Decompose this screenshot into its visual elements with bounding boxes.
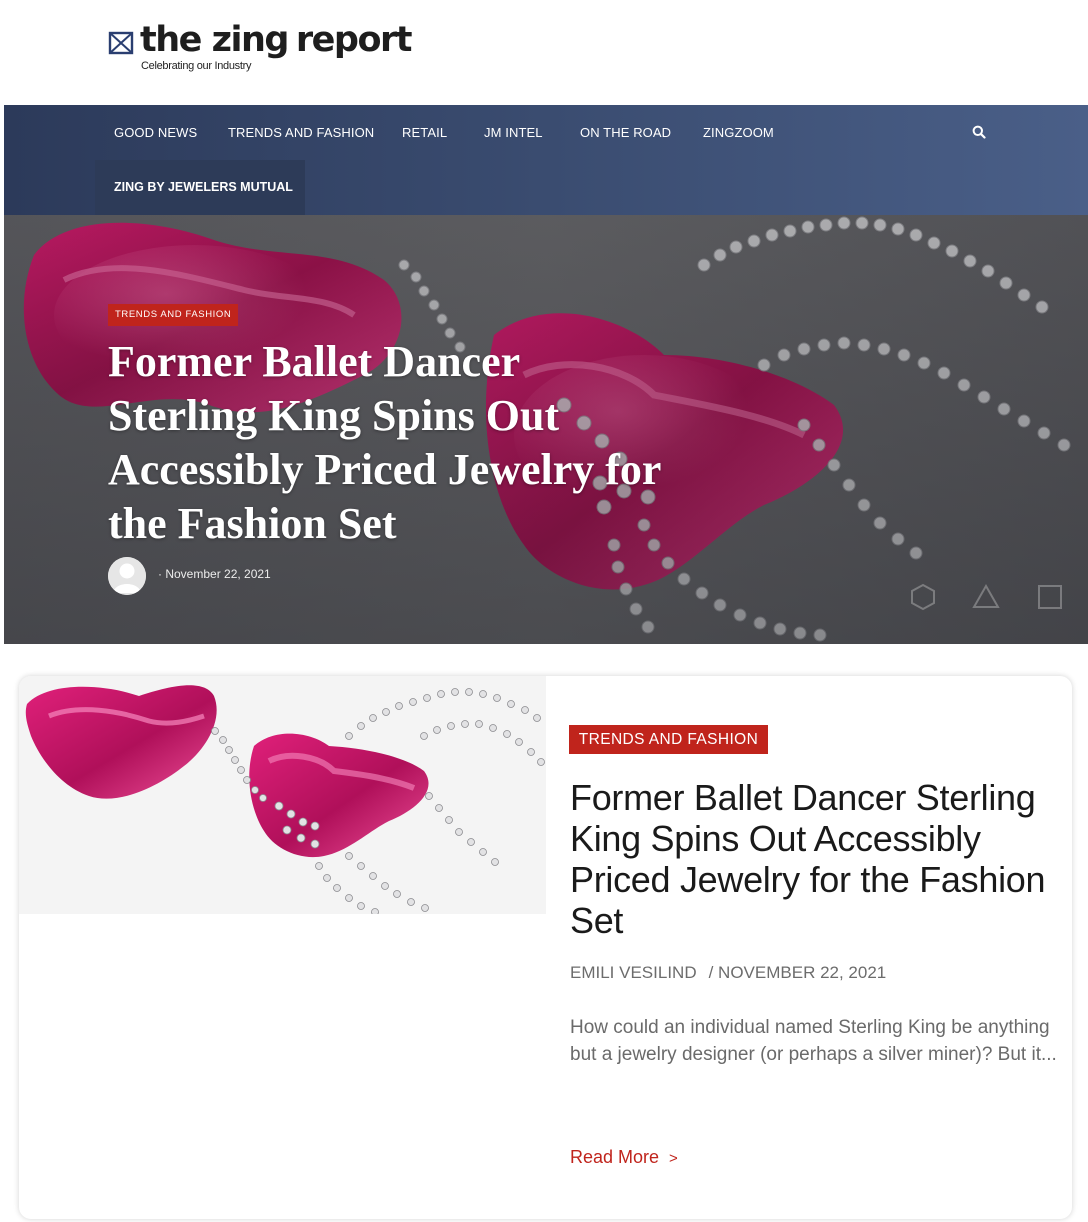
nav-item-good-news[interactable]: GOOD NEWS xyxy=(114,125,197,140)
nav-item-trends-and-fashion[interactable]: TRENDS AND FASHION xyxy=(228,125,374,140)
decorative-hexagon-icon xyxy=(911,583,935,611)
logo-envelope-icon xyxy=(108,31,134,55)
card-author[interactable]: EMILI VESILIND xyxy=(570,963,697,982)
article-thumbnail-image[interactable] xyxy=(19,676,546,914)
hero-date: · November 22, 2021 xyxy=(158,567,271,581)
chevron-right-icon: > xyxy=(669,1150,678,1167)
card-meta: EMILI VESILIND / NOVEMBER 22, 2021 xyxy=(570,963,886,983)
card-category-badge[interactable]: TRENDS AND FASHION xyxy=(569,725,768,754)
card-date: / NOVEMBER 22, 2021 xyxy=(708,963,887,982)
main-navigation: GOOD NEWS TRENDS AND FASHION RETAIL JM I… xyxy=(4,105,1088,215)
nav-item-label: ZING BY JEWELERS MUTUAL xyxy=(114,180,293,194)
hero-title[interactable]: Former Ballet Dancer Sterling King Spins… xyxy=(108,335,668,551)
card-title[interactable]: Former Ballet Dancer Sterling King Spins… xyxy=(570,777,1060,941)
hero-banner[interactable]: GOOD NEWS TRENDS AND FASHION RETAIL JM I… xyxy=(4,105,1088,644)
logo-tagline: Celebrating our Industry xyxy=(141,60,252,72)
nav-item-retail[interactable]: RETAIL xyxy=(402,125,447,140)
read-more-label: Read More xyxy=(570,1147,660,1167)
hero-category-badge[interactable]: TRENDS AND FASHION xyxy=(108,304,239,326)
nav-item-zingzoom[interactable]: ZINGZOOM xyxy=(703,125,774,140)
nav-item-on-the-road[interactable]: ON THE ROAD xyxy=(580,125,671,140)
article-card: TRENDS AND FASHION Former Ballet Dancer … xyxy=(19,676,1072,1219)
search-icon[interactable] xyxy=(972,125,986,139)
nav-item-zing-by-jewelers-mutual[interactable]: ZING BY JEWELERS MUTUAL xyxy=(95,160,305,215)
decorative-square-icon xyxy=(1038,585,1062,609)
read-more-link[interactable]: Read More > xyxy=(570,1147,678,1168)
nav-item-jm-intel[interactable]: JM INTEL xyxy=(484,125,543,140)
decorative-triangle-icon xyxy=(972,583,1000,608)
author-avatar-icon[interactable] xyxy=(108,557,146,595)
logo-wordmark: the zing report xyxy=(140,20,413,60)
jewelry-earrings-image xyxy=(19,676,546,914)
user-avatar-icon xyxy=(108,557,146,595)
card-excerpt: How could an individual named Sterling K… xyxy=(570,1017,1057,1065)
